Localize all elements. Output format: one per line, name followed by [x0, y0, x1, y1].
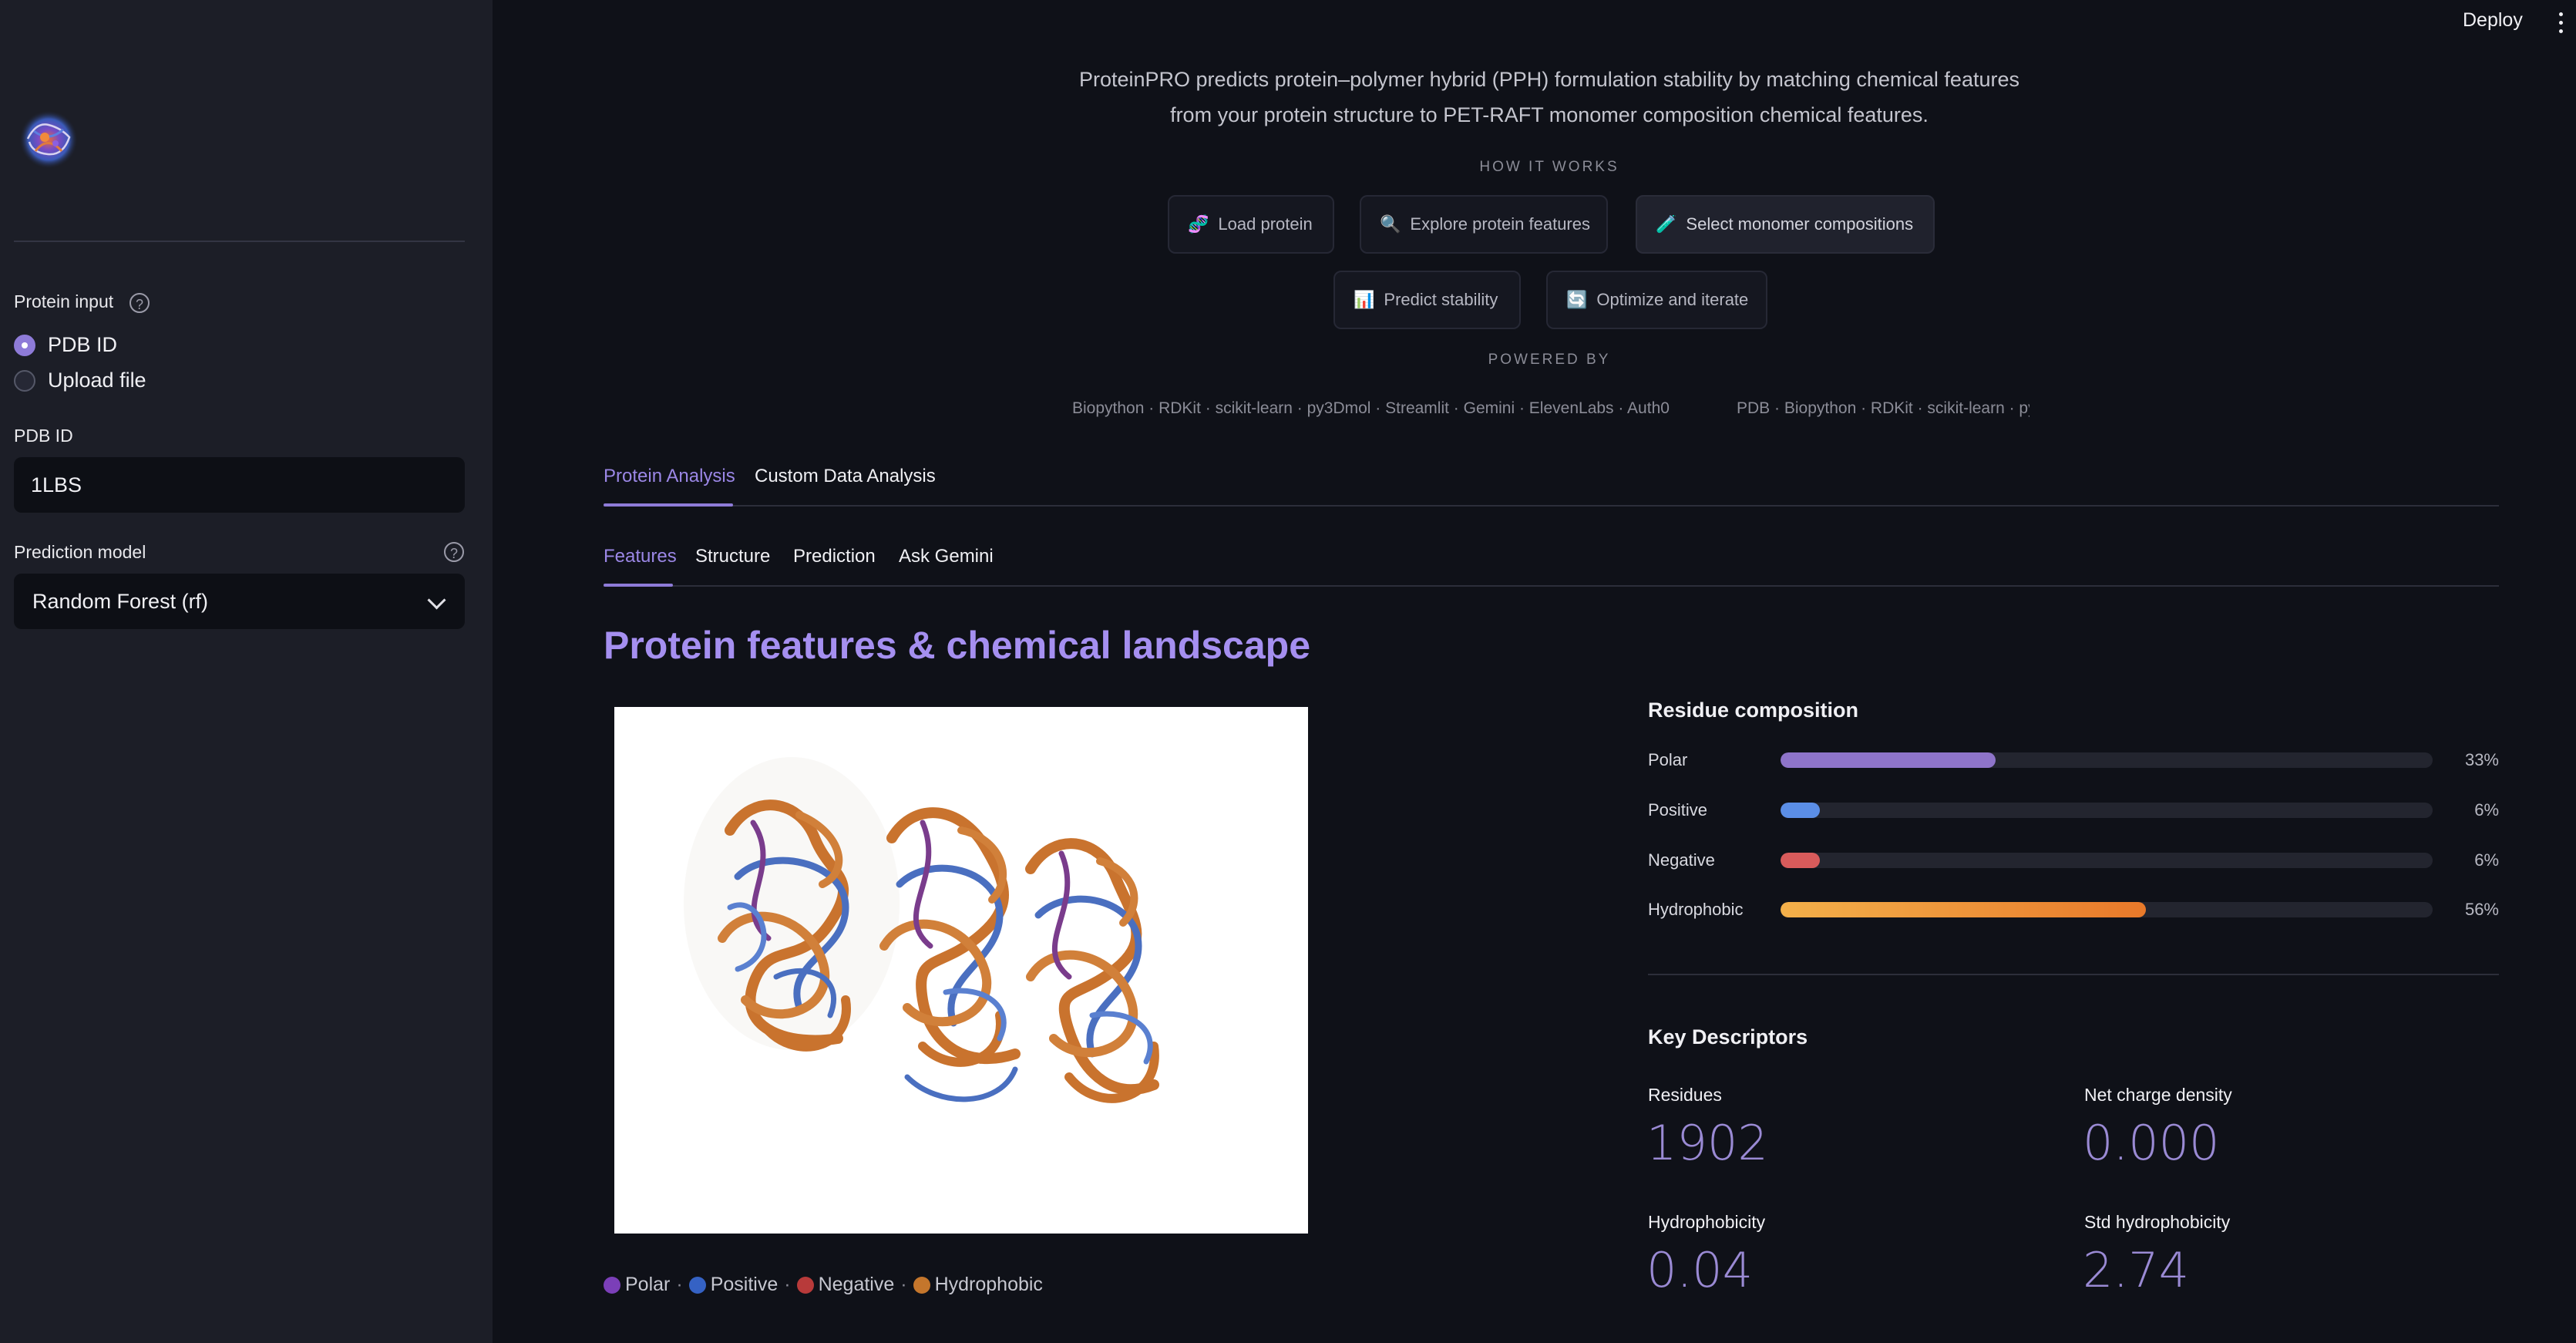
help-icon[interactable]: ? — [444, 542, 464, 562]
step-predict-stability: 📊 Predict stability — [1333, 271, 1521, 329]
intro-line-1: ProteinPRO predicts protein–polymer hybr… — [1078, 68, 2019, 91]
positive-dot-icon — [688, 1276, 706, 1294]
deploy-button[interactable]: Deploy — [2463, 9, 2523, 32]
step-optimize-and-iterate: 🔄 Optimize and iterate — [1546, 271, 1767, 329]
bar-label-positive: Positive — [1648, 800, 1708, 820]
metric-label-hydrophobicity: Hydrophobicity — [1648, 1212, 1766, 1232]
pdb-id-input[interactable]: 1LBS — [14, 457, 465, 513]
prediction-model-select[interactable]: Random Forest (rf) — [14, 574, 465, 629]
step-label: Optimize and iterate — [1596, 290, 1749, 309]
legend-label-hydrophobic: Hydrophobic — [934, 1274, 1043, 1295]
bar-label-polar: Polar — [1648, 750, 1688, 769]
bar-value-hydrophobic: 56% — [2464, 900, 2499, 919]
tabs-divider — [604, 505, 2499, 507]
tab-custom-data-analysis[interactable]: Custom Data Analysis — [755, 466, 936, 487]
help-icon[interactable]: ? — [129, 293, 150, 313]
radio-label-upload-file: Upload file — [48, 369, 146, 392]
powered-by-list: Biopython · RDKit · scikit-learn · py3Dm… — [1072, 399, 1670, 417]
bar-fill-negative — [1781, 853, 1820, 868]
magnifier-icon: 🔍 — [1380, 214, 1401, 234]
radio-option-upload-file[interactable]: Upload file — [14, 369, 146, 392]
radio-button-selected[interactable] — [14, 334, 35, 356]
prediction-model-label: Prediction model — [14, 542, 146, 562]
chevron-down-icon — [427, 591, 446, 610]
intro-line-2: from your protein structure to PET-RAFT … — [1170, 103, 1929, 126]
dna-icon: 🧬 — [1188, 214, 1209, 234]
metric-value-std-hydrophobicity: 2.74 — [2083, 1242, 2190, 1298]
step-explore-protein-features: 🔍 Explore protein features — [1360, 195, 1608, 254]
subtabs-divider — [604, 585, 2499, 587]
bar-label-negative: Negative — [1648, 850, 1715, 870]
bar-value-positive: 6% — [2474, 800, 2499, 820]
key-descriptors-title: Key Descriptors — [1648, 1025, 1808, 1048]
tab-ask-gemini[interactable]: Ask Gemini — [899, 546, 994, 567]
bar-track-polar — [1781, 752, 2433, 768]
bar-track-hydrophobic — [1781, 902, 2433, 917]
bar-track-positive — [1781, 803, 2433, 818]
legend-label-negative: Negative — [818, 1274, 895, 1295]
powered-by-list-marquee: PDB · Biopython · RDKit · scikit-learn ·… — [1737, 399, 2030, 417]
bar-fill-hydrophobic — [1781, 902, 2146, 917]
powered-by-heading: POWERED BY — [1488, 352, 1611, 368]
protein-chain-1 — [684, 757, 900, 1052]
step-label: Explore protein features — [1410, 214, 1590, 234]
step-label: Predict stability — [1384, 290, 1498, 309]
bar-value-negative: 6% — [2474, 850, 2499, 870]
tab-protein-analysis[interactable]: Protein Analysis — [604, 466, 735, 487]
step-label: Select monomer compositions — [1686, 214, 1914, 234]
active-subtab-indicator — [604, 584, 673, 587]
protein-chain-2 — [879, 807, 1021, 1102]
section-divider — [1648, 974, 2499, 975]
hydrophobic-dot-icon — [913, 1276, 930, 1294]
refresh-icon: 🔄 — [1566, 290, 1588, 309]
protein-3d-viewer[interactable] — [614, 707, 1308, 1234]
protein-input-label: Protein input — [14, 291, 114, 311]
bar-chart-icon: 📊 — [1354, 290, 1375, 309]
residue-color-legend: Polar · Positive · Negative · Hydrophobi… — [604, 1274, 1043, 1296]
step-label: Load protein — [1218, 214, 1313, 234]
bar-fill-positive — [1781, 803, 1820, 818]
protein-chain-3 — [1025, 838, 1159, 1103]
negative-dot-icon — [796, 1276, 814, 1294]
tab-prediction[interactable]: Prediction — [793, 546, 876, 567]
sidebar: Protein input ? PDB ID Upload file PDB I… — [0, 0, 493, 1343]
protein-structure-render — [684, 757, 1159, 1103]
pdb-id-label: PDB ID — [14, 426, 73, 446]
how-it-works-heading: HOW IT WORKS — [1479, 159, 1619, 175]
polar-dot-icon — [604, 1276, 620, 1294]
step-load-protein: 🧬 Load protein — [1168, 195, 1334, 254]
test-tube-icon: 🧪 — [1656, 214, 1677, 234]
metric-label-net-charge-density: Net charge density — [2084, 1085, 2232, 1105]
radio-option-pdb-id[interactable]: PDB ID — [14, 333, 117, 357]
protein-logo-icon — [17, 108, 80, 171]
bar-track-negative — [1781, 853, 2433, 868]
legend-label-positive: Positive — [710, 1274, 779, 1295]
active-tab-indicator — [604, 503, 733, 507]
section-title: Protein features & chemical landscape — [604, 624, 1311, 667]
sidebar-divider — [14, 241, 465, 242]
prediction-model-value: Random Forest (rf) — [32, 590, 209, 613]
tab-features[interactable]: Features — [604, 546, 677, 567]
metric-label-residues: Residues — [1648, 1085, 1722, 1105]
bar-fill-polar — [1781, 752, 1996, 768]
radio-label-pdb-id: PDB ID — [48, 333, 118, 356]
legend-label-polar: Polar — [625, 1274, 671, 1295]
tab-structure[interactable]: Structure — [695, 546, 770, 567]
radio-button[interactable] — [14, 369, 35, 392]
step-select-monomer-compositions: 🧪 Select monomer compositions — [1636, 195, 1935, 254]
bar-label-hydrophobic: Hydrophobic — [1648, 900, 1744, 919]
kebab-menu-icon[interactable] — [2559, 12, 2564, 38]
metric-value-hydrophobicity: 0.04 — [1646, 1242, 1754, 1298]
metric-value-net-charge-density: 0.000 — [2083, 1115, 2220, 1171]
metric-label-std-hydrophobicity: Std hydrophobicity — [2084, 1212, 2231, 1232]
metric-value-residues: 1902 — [1646, 1115, 1768, 1171]
bar-value-polar: 33% — [2464, 750, 2499, 769]
residue-composition-title: Residue composition — [1648, 698, 1859, 722]
